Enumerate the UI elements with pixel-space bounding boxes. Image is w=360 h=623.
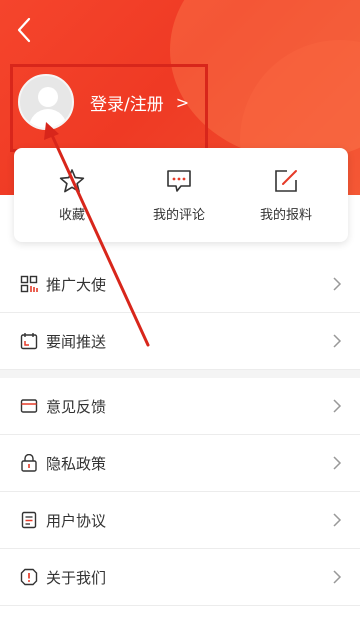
edit-report-icon [275,170,297,192]
menu-item-label: 意见反馈 [46,397,107,416]
calendar-icon [20,333,38,350]
menu-item-label: 用户协议 [46,511,107,530]
menu-item-user-agreement[interactable]: 用户协议 [0,492,360,549]
favorites-label: 收藏 [58,208,85,223]
chevron-right-icon [333,277,342,291]
my-comments-label: 我的评论 [152,208,205,223]
my-reports-button[interactable]: 我的报料 [236,168,336,223]
menu-item-about-us[interactable]: 关于我们 [0,549,360,606]
menu-item-news-push[interactable]: 要闻推送 [0,313,360,370]
feedback-icon [20,399,38,413]
star-icon [59,169,85,193]
grid-icon [20,275,38,293]
menu-item-label: 关于我们 [46,568,107,587]
my-comments-button[interactable]: 我的评论 [129,168,229,223]
chevron-right-icon [333,334,342,348]
info-icon [20,568,38,586]
menu-item-label: 推广大使 [46,275,107,294]
my-reports-label: 我的报料 [259,208,312,223]
menu-item-label: 隐私政策 [46,454,107,473]
quick-actions-card: 收藏 我的评论 我的报料 [14,148,348,242]
section-divider [0,370,360,378]
document-icon [21,511,37,529]
favorites-button[interactable]: 收藏 [22,168,122,223]
menu-item-promotion-ambassador[interactable]: 推广大使 [0,256,360,313]
chevron-right-icon [333,513,342,527]
comment-icon [167,170,191,192]
menu-item-feedback[interactable]: 意见反馈 [0,378,360,435]
annotation-highlight-box [10,64,208,152]
menu-item-label: 要闻推送 [46,332,107,351]
menu-item-privacy-policy[interactable]: 隐私政策 [0,435,360,492]
chevron-right-icon [333,456,342,470]
chevron-right-icon [333,570,342,584]
lock-icon [21,454,37,472]
back-icon[interactable] [12,16,36,44]
chevron-right-icon [333,399,342,413]
menu-group-1: 推广大使 要闻推送 [0,256,360,370]
menu-group-2: 意见反馈 隐私政策 用户协议 关于我们 [0,378,360,606]
